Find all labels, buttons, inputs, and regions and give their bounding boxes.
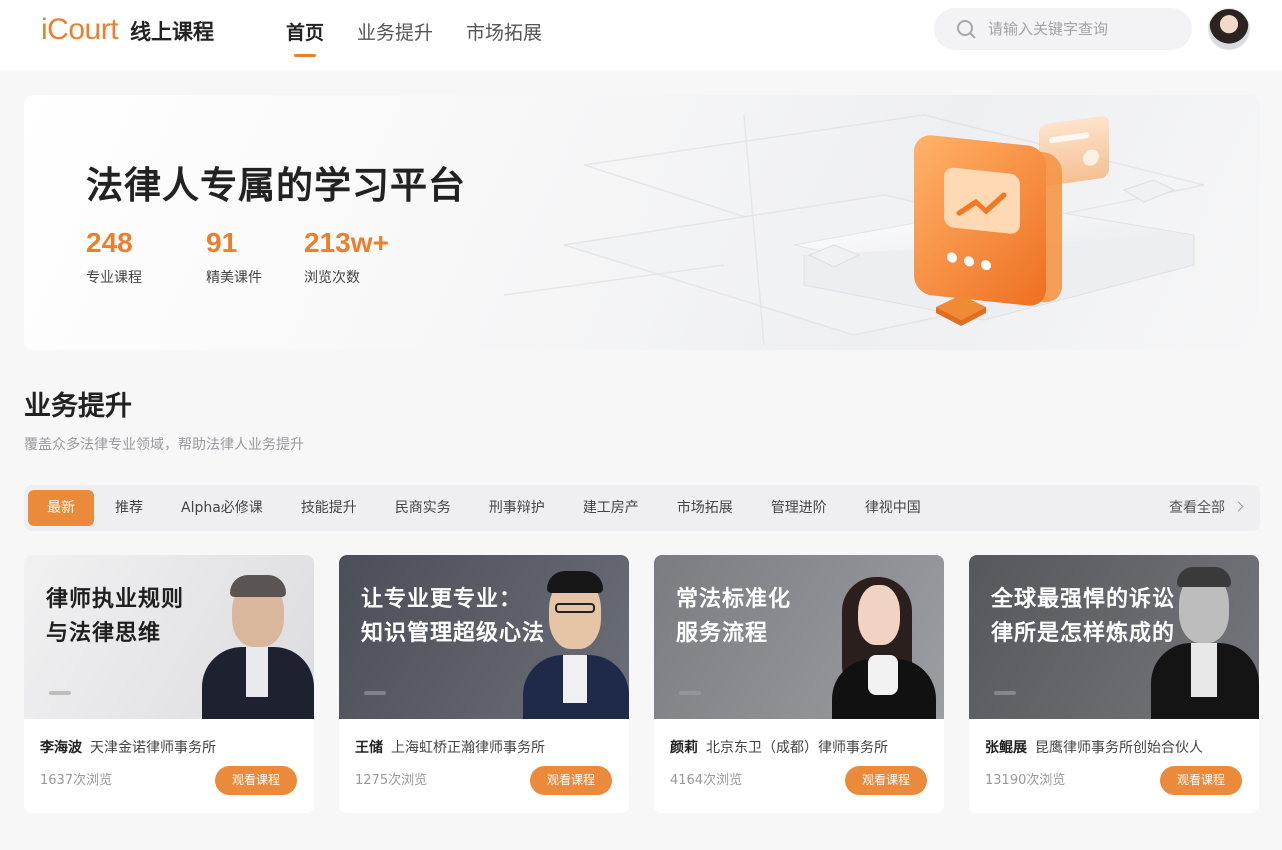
logo-subtitle: 线上课程 bbox=[130, 20, 215, 44]
stat-label: 精美课件 bbox=[206, 270, 262, 286]
chevron-right-icon bbox=[1233, 501, 1244, 512]
lecturer-photo bbox=[196, 555, 314, 719]
nav-business[interactable]: 业务提升 bbox=[357, 18, 433, 53]
lecturer-photo bbox=[1149, 555, 1259, 719]
lecturer-org: 天津金诺律师事务所 bbox=[90, 740, 216, 756]
cover-dash bbox=[364, 691, 386, 695]
watch-course-button[interactable]: 观看课程 bbox=[215, 766, 297, 795]
cover-title: 律师执业规则 与法律思维 bbox=[46, 587, 185, 646]
stat-slides: 91 精美课件 bbox=[206, 227, 262, 287]
stat-value: 213w+ bbox=[304, 227, 389, 258]
course-cover[interactable]: 常法标准化 服务流程 bbox=[654, 555, 944, 719]
view-all-link[interactable]: 查看全部 bbox=[1169, 485, 1244, 531]
cover-title: 全球最强悍的诉讼 律所是怎样炼成的 bbox=[991, 587, 1176, 646]
view-count: 1637次浏览 bbox=[40, 773, 113, 788]
category-filter-bar: 最新 推荐 Alpha必修课 技能提升 民商实务 刑事辩护 建工房产 市场拓展 … bbox=[24, 485, 1260, 531]
filter-recommended[interactable]: 推荐 bbox=[96, 490, 162, 526]
stat-label: 专业课程 bbox=[86, 270, 142, 286]
course-cover[interactable]: 全球最强悍的诉讼 律所是怎样炼成的 bbox=[969, 555, 1259, 719]
course-card[interactable]: 让专业更专业： 知识管理超级心法 王储 上海虹桥正瀚律师事务所 1275次浏览 观… bbox=[339, 555, 629, 813]
filter-criminal[interactable]: 刑事辩护 bbox=[470, 490, 564, 526]
stat-value: 91 bbox=[206, 227, 238, 258]
stat-views: 213w+ 浏览次数 bbox=[304, 227, 389, 287]
watch-course-button[interactable]: 观看课程 bbox=[845, 766, 927, 795]
course-cover[interactable]: 让专业更专业： 知识管理超级心法 bbox=[339, 555, 629, 719]
filter-latest[interactable]: 最新 bbox=[28, 490, 94, 526]
filter-alpha[interactable]: Alpha必修课 bbox=[162, 490, 282, 526]
banner-illustration bbox=[503, 114, 1205, 346]
lecturer-org: 昆鹰律师事务所创始合伙人 bbox=[1035, 740, 1203, 756]
nav-home[interactable]: 首页 bbox=[286, 18, 324, 53]
cover-dash bbox=[49, 691, 71, 695]
search-box bbox=[934, 8, 1192, 50]
lecturer-org: 北京东卫（成都）律师事务所 bbox=[706, 740, 888, 756]
filter-market[interactable]: 市场拓展 bbox=[658, 490, 752, 526]
course-lecturer: 颜莉 北京东卫（成都）律师事务所 bbox=[670, 737, 888, 757]
watch-course-button[interactable]: 观看课程 bbox=[1160, 766, 1242, 795]
lecturer-name: 王储 bbox=[355, 740, 383, 756]
view-count: 1275次浏览 bbox=[355, 773, 428, 788]
hero-banner: 法律人专属的学习平台 248 专业课程 91 精美课件 213w+ 浏览次数 bbox=[24, 95, 1260, 350]
nav-market[interactable]: 市场拓展 bbox=[466, 18, 542, 53]
top-header: iCourt 线上课程 首页 业务提升 市场拓展 bbox=[0, 0, 1282, 70]
lecturer-photo bbox=[824, 555, 944, 719]
cover-title: 让专业更专业： 知识管理超级心法 bbox=[361, 587, 546, 646]
course-cover[interactable]: 律师执业规则 与法律思维 bbox=[24, 555, 314, 719]
course-lecturer: 王储 上海虹桥正瀚律师事务所 bbox=[355, 737, 545, 757]
course-lecturer: 张鲲展 昆鹰律师事务所创始合伙人 bbox=[985, 737, 1203, 757]
search-input[interactable] bbox=[988, 20, 1178, 38]
logo-brand: iCourt bbox=[41, 13, 119, 46]
cover-dash bbox=[679, 691, 701, 695]
user-avatar[interactable] bbox=[1208, 8, 1250, 50]
stat-courses: 248 专业课程 bbox=[86, 227, 142, 287]
view-count: 4164次浏览 bbox=[670, 773, 743, 788]
cover-title: 常法标准化 服务流程 bbox=[676, 587, 792, 646]
search-icon[interactable] bbox=[956, 19, 976, 39]
course-card[interactable]: 律师执业规则 与法律思维 李海波 天津金诺律师事务所 1637次浏览 观看课程 bbox=[24, 555, 314, 813]
filter-video-china[interactable]: 律视中国 bbox=[846, 490, 940, 526]
lecturer-name: 张鲲展 bbox=[985, 740, 1027, 756]
filter-management[interactable]: 管理进阶 bbox=[752, 490, 846, 526]
filter-skills[interactable]: 技能提升 bbox=[282, 490, 376, 526]
view-count: 13190次浏览 bbox=[985, 773, 1066, 788]
lecturer-name: 颜莉 bbox=[670, 740, 698, 756]
section-title: 业务提升 bbox=[24, 391, 132, 422]
section-subtitle: 覆盖众多法律专业领域，帮助法律人业务提升 bbox=[24, 437, 304, 453]
course-lecturer: 李海波 天津金诺律师事务所 bbox=[40, 737, 216, 757]
banner-title: 法律人专属的学习平台 bbox=[86, 164, 466, 207]
lecturer-org: 上海虹桥正瀚律师事务所 bbox=[391, 740, 545, 756]
course-card[interactable]: 常法标准化 服务流程 颜莉 北京东卫（成都）律师事务所 4164次浏览 观看课程 bbox=[654, 555, 944, 813]
stat-label: 浏览次数 bbox=[304, 270, 360, 286]
course-card[interactable]: 全球最强悍的诉讼 律所是怎样炼成的 张鲲展 昆鹰律师事务所创始合伙人 13190次… bbox=[969, 555, 1259, 813]
lecturer-photo bbox=[519, 555, 629, 719]
filter-civil[interactable]: 民商实务 bbox=[376, 490, 470, 526]
view-all-label: 查看全部 bbox=[1169, 500, 1225, 516]
filter-construction[interactable]: 建工房产 bbox=[564, 490, 658, 526]
lecturer-name: 李海波 bbox=[40, 740, 82, 756]
watch-course-button[interactable]: 观看课程 bbox=[530, 766, 612, 795]
logo[interactable]: iCourt 线上课程 bbox=[41, 13, 214, 47]
stat-value: 248 bbox=[86, 227, 133, 258]
main-nav: 首页 业务提升 市场拓展 bbox=[286, 18, 542, 53]
cover-dash bbox=[994, 691, 1016, 695]
